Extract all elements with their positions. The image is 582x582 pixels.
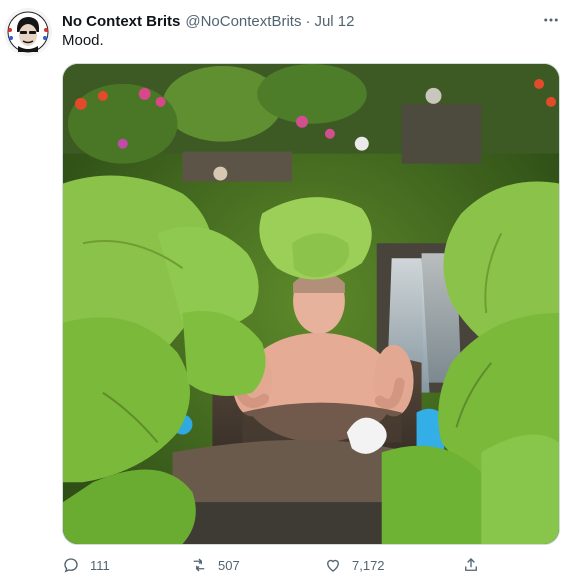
like-button[interactable]: 7,172 [324, 556, 385, 574]
more-button[interactable] [540, 10, 562, 30]
avatar[interactable] [4, 8, 52, 56]
photo-image [63, 64, 559, 544]
like-icon [327, 559, 339, 572]
share-icon [465, 558, 477, 571]
tweet-text: Mood. [62, 32, 104, 49]
reply-count: 111 [90, 557, 110, 573]
more-icon [544, 18, 558, 22]
tweet-photo[interactable] [62, 63, 560, 545]
like-count: 7,172 [352, 557, 385, 573]
retweet-count: 507 [218, 557, 240, 573]
tweet-actions: 111 507 7,172 [62, 556, 560, 578]
retweet-button[interactable]: 507 [190, 556, 240, 574]
share-button[interactable] [462, 556, 480, 574]
reply-icon [64, 558, 78, 573]
separator-dot: · [305, 12, 311, 30]
author-name[interactable]: No Context Brits [62, 13, 180, 30]
avatar-logo [4, 8, 52, 56]
tweet-timestamp[interactable]: Jul 12 [314, 13, 354, 30]
retweet-icon [193, 558, 205, 572]
tweet[interactable]: No Context Brits @NoContextBrits · Jul 1… [0, 0, 582, 582]
reply-button[interactable]: 111 [62, 556, 110, 574]
author-handle[interactable]: @NoContextBrits [185, 13, 301, 30]
tweet-header: No Context Brits @NoContextBrits · Jul 1… [62, 11, 582, 31]
